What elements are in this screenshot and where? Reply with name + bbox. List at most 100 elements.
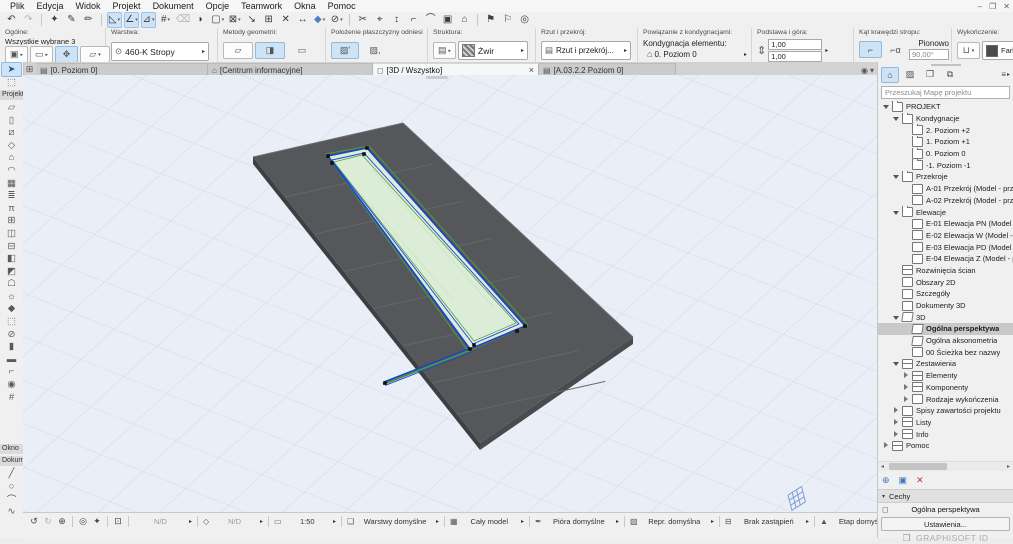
tool-window[interactable]: ⊟: [0, 240, 23, 253]
tree-item[interactable]: Ogólna perspektywa: [878, 323, 1013, 335]
view-back-icon[interactable]: ↺: [27, 515, 41, 528]
tree-item[interactable]: 00 Ścieżka bez nazwy: [878, 346, 1013, 358]
expander-icon[interactable]: [892, 313, 901, 322]
pens-dropdown[interactable]: ✒ Pióra domyślne ▸: [533, 515, 621, 528]
tool-mesh[interactable]: ▦: [0, 177, 23, 190]
paint-bucket-button[interactable]: ⊔ ▾: [957, 42, 980, 59]
tree-item[interactable]: Listy: [878, 417, 1013, 429]
layout-book-icon[interactable]: ❐: [921, 67, 939, 83]
tab-close-icon[interactable]: ×: [523, 65, 534, 75]
menu-item[interactable]: Plik: [4, 0, 31, 12]
tree-item[interactable]: PROJEKT: [878, 101, 1013, 113]
tree-item[interactable]: E-01 Elewacja PN (Model - przebudow: [878, 218, 1013, 230]
viewport-top-handle[interactable]: [426, 76, 448, 79]
tree-item[interactable]: E-03 Elewacja PD (Model - przebudow: [878, 241, 1013, 253]
scale-dropdown[interactable]: ▭ 1:50 ▸: [272, 515, 338, 528]
tree-item[interactable]: Przekroje: [878, 171, 1013, 183]
tool-circle[interactable]: ○: [0, 480, 23, 493]
tool-railing[interactable]: π: [0, 202, 23, 215]
menu-item[interactable]: Opcje: [200, 0, 236, 12]
angle-dropdown[interactable]: ◇ N/D ▸: [201, 515, 265, 528]
tree-item[interactable]: Info: [878, 428, 1013, 440]
tool-door[interactable]: ◫: [0, 227, 23, 240]
tool-stair[interactable]: ≣: [0, 189, 23, 202]
expander-icon[interactable]: [902, 383, 911, 392]
favorites-button[interactable]: ▭ ▸: [30, 46, 53, 62]
roof-trim-icon[interactable]: ⌂: [457, 12, 472, 28]
scrollbar-thumb[interactable]: [889, 463, 947, 470]
lock-icon[interactable]: ⊠ ▾: [227, 12, 242, 28]
web-icon[interactable]: ◎: [517, 12, 532, 28]
tree-item[interactable]: 2. Poziom +2: [878, 124, 1013, 136]
expander-icon[interactable]: [892, 114, 901, 123]
tree-item[interactable]: Elementy: [878, 370, 1013, 382]
expander-icon[interactable]: [892, 359, 901, 368]
select-mode-button[interactable]: ✥: [55, 46, 78, 62]
tree-item[interactable]: A-02 Przekrój (Model - przebudowani: [878, 195, 1013, 207]
surface-dropdown[interactable]: Farba - Ciemno... ▸: [982, 41, 1013, 60]
geometry-method-1[interactable]: ▱: [223, 42, 253, 59]
tool-object[interactable]: ☖: [0, 278, 23, 291]
cancel-icon[interactable]: ✕: [278, 12, 293, 28]
edge-vertical-button[interactable]: ⌐: [859, 41, 882, 58]
tool-column-segment[interactable]: ▮: [0, 340, 23, 353]
reference-plane-2[interactable]: ▨,: [361, 42, 389, 59]
story-arrow[interactable]: ▸: [744, 51, 747, 58]
menu-item[interactable]: Widok: [70, 0, 107, 12]
tool-beam-segment[interactable]: ▬: [0, 353, 23, 366]
expander-icon[interactable]: [892, 418, 901, 427]
tree-item[interactable]: -1. Poziom -1: [878, 159, 1013, 171]
split-icon[interactable]: ✂: [355, 12, 370, 28]
tree-item[interactable]: 0. Poziom 0: [878, 147, 1013, 160]
mark-up-icon[interactable]: ⚑: [483, 12, 498, 28]
tool-camera[interactable]: ◉: [0, 378, 23, 391]
tool-shell[interactable]: ◠: [0, 164, 23, 177]
tool-slab[interactable]: ◇: [0, 139, 23, 152]
tool-morph[interactable]: ◆: [0, 303, 23, 316]
tool-arc[interactable]: ⌒: [0, 493, 23, 506]
plan-display-dropdown[interactable]: ▤ Rzut i przekrój... ▸: [541, 41, 631, 60]
edge-custom-button[interactable]: ⌐α: [884, 41, 907, 58]
tree-item[interactable]: 3D: [878, 311, 1013, 323]
eraser-icon[interactable]: ⌫: [175, 12, 191, 28]
base-arrow[interactable]: ▸: [825, 47, 828, 54]
view-forward-icon[interactable]: ↻: [41, 515, 55, 528]
tree-item[interactable]: Szczegóły: [878, 288, 1013, 300]
redo-icon[interactable]: ↷: [21, 12, 36, 28]
tool-wall[interactable]: ▱: [0, 101, 23, 114]
tool-beam[interactable]: ⧄: [0, 126, 23, 139]
tool-roof[interactable]: ⌂: [0, 152, 23, 165]
delete-viewpoint-icon[interactable]: ✕: [916, 475, 924, 486]
suspend-groups-icon[interactable]: ◗: [193, 12, 208, 28]
tool-opening[interactable]: ⊘: [0, 328, 23, 341]
expander-icon[interactable]: [892, 406, 901, 415]
navigator-hscrollbar[interactable]: ◂ ▸: [878, 461, 1013, 471]
pickup-parameters-icon[interactable]: ✎: [64, 12, 79, 28]
tool-curtain-wall[interactable]: ⊞: [0, 215, 23, 228]
stretch-icon[interactable]: ↔: [295, 12, 310, 28]
expander-icon[interactable]: [892, 430, 901, 439]
restore-icon[interactable]: ❐: [989, 2, 996, 11]
solid-operations-icon[interactable]: ▣: [440, 12, 455, 28]
tree-item[interactable]: Spisy zawartości projektu: [878, 405, 1013, 417]
viewport-3d[interactable]: [23, 75, 878, 512]
building-material-dropdown[interactable]: Żwir ▸: [458, 41, 528, 60]
magic-wand-icon[interactable]: ✦: [47, 12, 62, 28]
guide-lines-icon[interactable]: ◺ ▾: [107, 12, 122, 28]
tree-item[interactable]: Ogólna aksonometria: [878, 335, 1013, 347]
tree-item[interactable]: Obszary 2D: [878, 276, 1013, 288]
editing-plane-icon[interactable]: ∠ ▾: [124, 12, 139, 28]
scroll-right-icon[interactable]: ▸: [1004, 463, 1013, 470]
menu-item[interactable]: Pomoc: [322, 0, 362, 12]
fit-in-window-icon[interactable]: ⊡: [111, 515, 125, 528]
tool-corner-window[interactable]: ◩: [0, 265, 23, 278]
fillet-chamfer-icon[interactable]: ⌐: [406, 12, 421, 28]
snap-grid-icon[interactable]: # ▾: [158, 12, 173, 28]
navigator-search-input[interactable]: Przeszukaj Mapę projektu: [881, 86, 1010, 99]
layer-dropdown[interactable]: ⊙ 460-K Stropy ▸: [111, 42, 209, 61]
top-offset-input[interactable]: 1,00: [768, 39, 823, 50]
navigator-menu[interactable]: ≡ ▸: [1001, 70, 1010, 79]
undo-icon[interactable]: ↶: [4, 12, 19, 28]
scroll-left-icon[interactable]: ◂: [878, 463, 887, 470]
explore-icon[interactable]: ✦: [90, 515, 104, 528]
